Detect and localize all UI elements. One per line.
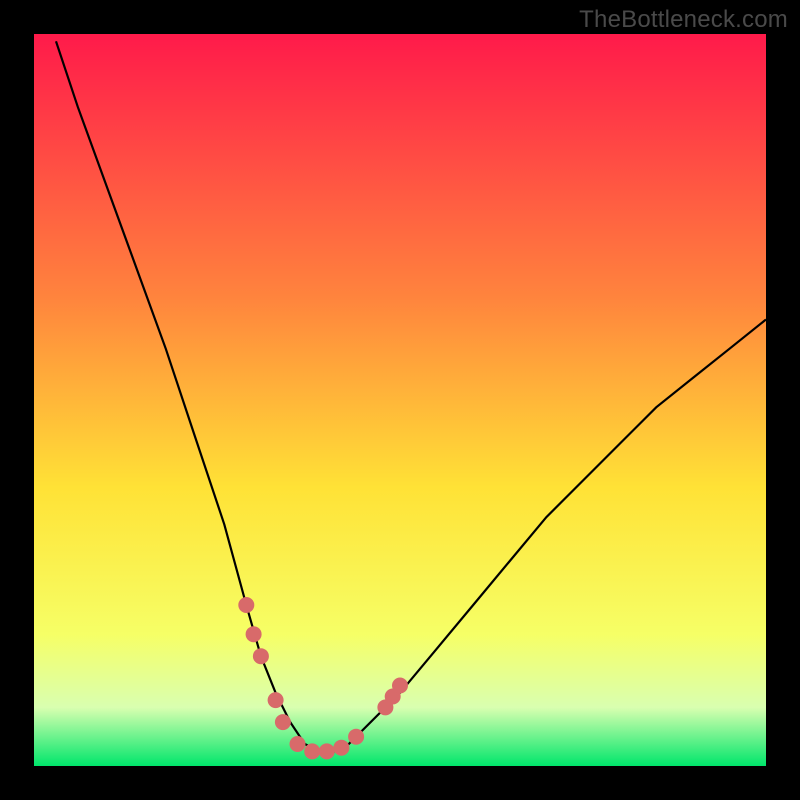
data-marker (253, 648, 269, 664)
data-marker (348, 729, 364, 745)
data-marker (268, 692, 284, 708)
data-marker (238, 597, 254, 613)
data-marker (333, 740, 349, 756)
chart-frame: TheBottleneck.com (0, 0, 800, 800)
gradient-background (34, 34, 766, 766)
bottleneck-chart (34, 34, 766, 766)
watermark-label: TheBottleneck.com (579, 6, 788, 34)
data-marker (392, 678, 408, 694)
data-marker (290, 736, 306, 752)
data-marker (319, 743, 335, 759)
data-marker (275, 714, 291, 730)
data-marker (304, 743, 320, 759)
data-marker (246, 626, 262, 642)
